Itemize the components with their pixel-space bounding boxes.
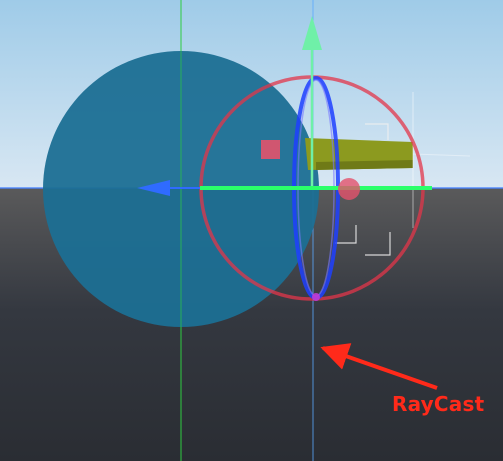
raycast-label: RayCast (392, 392, 485, 416)
raycast-hit-marker[interactable] (338, 178, 360, 200)
gizmo-bottom-joint (312, 293, 320, 301)
raycast-origin-marker[interactable] (261, 140, 280, 159)
translate-x-bar[interactable] (200, 186, 432, 190)
